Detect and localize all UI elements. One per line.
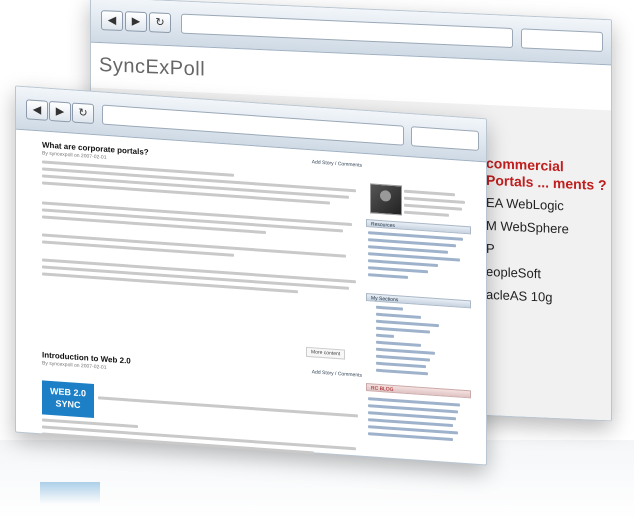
resources-links	[368, 227, 468, 283]
back-arrow-icon[interactable]: ◀	[101, 10, 123, 32]
back-search-box[interactable]	[521, 28, 603, 53]
back-address-bar[interactable]	[181, 13, 513, 49]
reload-icon[interactable]: ↻	[149, 12, 171, 34]
vendor-item: acleAS 10g	[486, 286, 553, 305]
logo-reflection	[40, 482, 100, 504]
forward-arrow-icon[interactable]: ▶	[49, 100, 71, 123]
forward-arrow-icon[interactable]: ▶	[125, 11, 147, 33]
vendor-item: P	[486, 240, 495, 257]
author-avatar	[370, 183, 402, 216]
front-address-bar[interactable]	[102, 104, 404, 146]
web20-logo-subtext: SYNC	[55, 398, 81, 411]
back-arrow-icon[interactable]: ◀	[26, 99, 48, 121]
more-content-button[interactable]: More content	[306, 346, 346, 360]
author-info-text	[404, 186, 468, 218]
article-block: What are corporate portals? By syncexpol…	[42, 140, 362, 297]
reload-icon[interactable]: ↻	[72, 102, 94, 125]
vendor-item: eopleSoft	[486, 263, 541, 282]
front-search-box[interactable]	[411, 126, 479, 151]
site-brand: SyncExPoll	[99, 53, 206, 81]
front-browser-window: ◀ ▶ ↻ What are corporate portals? By syn…	[15, 85, 487, 466]
article-body-text	[42, 160, 362, 297]
portal-heading: commercial Portals ... ments ?	[486, 154, 607, 194]
back-browser-toolbar: ◀ ▶ ↻	[91, 0, 611, 66]
blog-links	[368, 393, 468, 442]
sections-tree	[376, 302, 466, 378]
web20-logo: WEB 2.0 SYNC	[42, 380, 94, 419]
